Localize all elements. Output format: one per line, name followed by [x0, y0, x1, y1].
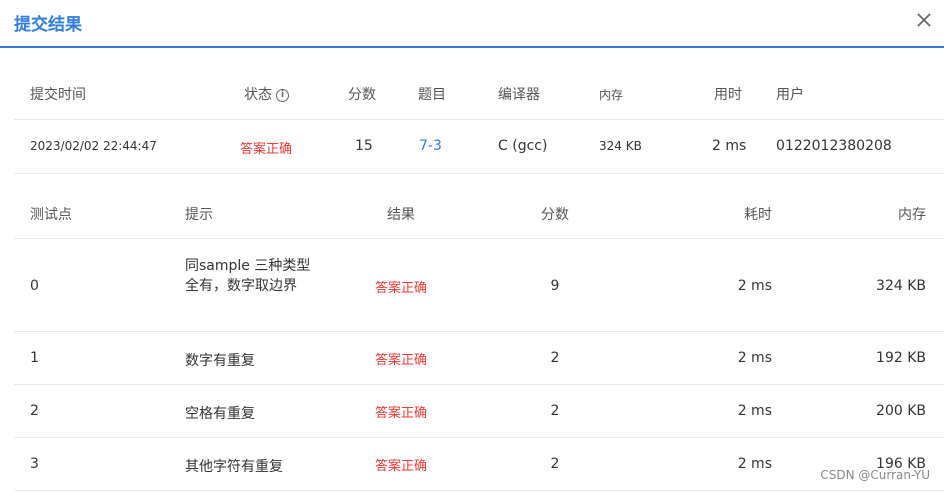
summary-header-compiler: 编译器 [498, 87, 540, 103]
summary-header-score: 分数 [348, 87, 376, 103]
divider [14, 173, 944, 174]
dialog-header: 提交结果 [0, 0, 944, 48]
summary-header-status: 状态 i [244, 84, 289, 104]
test-hint: 其他字符有重复 [185, 459, 283, 475]
test-result: 答案正确 [374, 459, 427, 474]
divider [14, 331, 944, 332]
dialog-title: 提交结果 [14, 15, 82, 35]
summary-user: 0122012380208 [776, 138, 892, 154]
test-memory: 324 KB [876, 278, 926, 294]
test-duration: 2 ms [737, 403, 772, 419]
test-score: 2 [550, 456, 560, 472]
summary-memory: 324 KB [599, 139, 642, 153]
divider [14, 490, 944, 491]
test-duration: 2 ms [737, 350, 772, 366]
problem-link[interactable]: 7-3 [419, 138, 442, 154]
summary-header-problem: 题目 [418, 87, 446, 103]
tests-header-id: 测试点 [30, 207, 72, 223]
tests-header-result: 结果 [387, 207, 415, 223]
test-hint: 空格有重复 [185, 406, 255, 422]
summary-status: 答案正确 [240, 142, 293, 157]
close-icon[interactable] [912, 8, 936, 32]
info-icon[interactable]: i [276, 88, 289, 102]
test-result: 答案正确 [374, 281, 427, 296]
summary-duration: 2 ms [712, 138, 747, 154]
tests-header-duration: 耗时 [744, 207, 772, 223]
test-result: 答案正确 [374, 406, 427, 421]
test-memory: 200 KB [876, 403, 926, 419]
divider [14, 384, 944, 385]
test-duration: 2 ms [737, 456, 772, 472]
tests-header-hint: 提示 [185, 207, 213, 223]
test-score: 2 [550, 350, 560, 366]
summary-time: 2023/02/02 22:44:47 [30, 139, 157, 153]
test-hint: 数字有重复 [185, 353, 255, 369]
summary-score: 15 [355, 138, 373, 154]
test-score: 2 [550, 403, 560, 419]
summary-header-status-label: 状态 [244, 87, 272, 103]
summary-header-user: 用户 [776, 87, 804, 103]
divider [14, 437, 944, 438]
tests-header-memory: 内存 [898, 207, 926, 223]
test-score: 9 [550, 278, 560, 294]
test-hint: 同sample 三种类型全有，数字取边界 [185, 258, 311, 294]
test-id: 2 [30, 403, 39, 419]
test-memory: 192 KB [876, 350, 926, 366]
divider [14, 238, 944, 239]
summary-header-duration: 用时 [714, 87, 742, 103]
summary-header-memory: 内存 [599, 88, 624, 102]
test-id: 3 [30, 456, 39, 472]
submission-result-dialog: 提交结果 提交时间 状态 i 分数 题目 编译器 内存 用时 用户 2023/02… [0, 0, 944, 492]
summary-header-time: 提交时间 [30, 87, 86, 103]
test-result: 答案正确 [374, 353, 427, 368]
test-id: 1 [30, 350, 39, 366]
test-id: 0 [30, 278, 39, 294]
watermark: CSDN @Curran-YU [820, 468, 930, 482]
summary-compiler: C (gcc) [498, 138, 548, 154]
test-duration: 2 ms [737, 278, 772, 294]
tests-header-score: 分数 [541, 207, 569, 223]
divider [14, 119, 944, 120]
